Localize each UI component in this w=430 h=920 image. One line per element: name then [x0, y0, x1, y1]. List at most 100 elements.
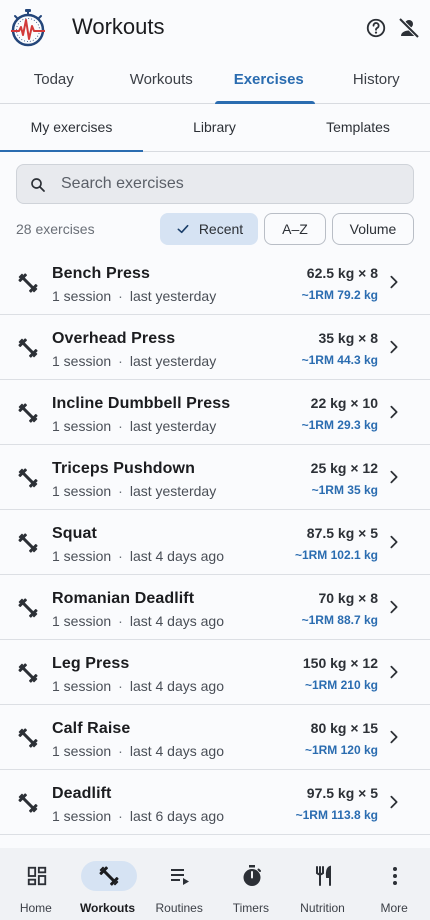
- exercise-row[interactable]: Bench Press 1 session · last yesterday 62.…: [0, 250, 430, 315]
- last-performed: last 6 days ago: [129, 808, 224, 824]
- exercise-meta: 1 session · last yesterday: [52, 483, 216, 499]
- nav-nutrition[interactable]: Nutrition: [287, 848, 359, 920]
- chevron-right-icon: [386, 794, 402, 810]
- tab-history[interactable]: History: [323, 56, 430, 103]
- secondary-tab-bar: My exercises Library Templates: [0, 104, 430, 152]
- best-set: 22 kg × 10: [310, 395, 378, 411]
- nav-label: Nutrition: [300, 901, 345, 915]
- exercise-name: Incline Dumbbell Press: [52, 395, 231, 412]
- last-performed: last yesterday: [129, 353, 217, 369]
- dumbbell-icon: [80, 861, 137, 891]
- best-set: 87.5 kg × 5: [306, 525, 378, 541]
- exercise-name: Calf Raise: [52, 720, 131, 737]
- search-bar: [16, 164, 414, 204]
- exercise-row[interactable]: Deadlift 1 session · last 6 days ago 97.5 …: [0, 770, 430, 835]
- estimated-1rm: ~1RM 88.7 kg: [301, 613, 378, 627]
- chevron-right-icon: [386, 339, 402, 355]
- exercise-meta: 1 session · last 4 days ago: [52, 743, 224, 759]
- exercise-row[interactable]: Romanian Deadlift 1 session · last 4 days …: [0, 575, 430, 640]
- app-bar: Workouts: [0, 0, 430, 56]
- separator-dot: ·: [118, 288, 123, 304]
- exercise-name: Squat: [52, 525, 97, 542]
- timer-icon: [224, 861, 280, 891]
- dumbbell-icon: [16, 726, 40, 750]
- primary-tab-bar: Today Workouts Exercises History: [0, 56, 430, 104]
- page-title: Workouts: [72, 14, 165, 39]
- chevron-right-icon: [386, 664, 402, 680]
- sort-chip-recent[interactable]: Recent: [160, 213, 258, 245]
- exercise-list: Bench Press 1 session · last yesterday 62.…: [0, 250, 430, 835]
- chevron-right-icon: [386, 534, 402, 550]
- search-input[interactable]: [61, 165, 401, 203]
- exercise-name: Triceps Pushdown: [52, 460, 195, 477]
- dumbbell-icon: [16, 466, 40, 490]
- exercise-row[interactable]: Overhead Press 1 session · last yesterday …: [0, 315, 430, 380]
- exercise-row[interactable]: Leg Press 1 session · last 4 days ago 150 …: [0, 640, 430, 705]
- best-set: 25 kg × 12: [310, 460, 378, 476]
- dumbbell-icon: [16, 401, 40, 425]
- session-count: 1 session: [52, 418, 112, 434]
- nav-more[interactable]: More: [358, 848, 430, 920]
- tab-exercises[interactable]: Exercises: [215, 56, 323, 104]
- bottom-navigation: Home Workouts Routines Timers Nutrition …: [0, 848, 430, 920]
- dumbbell-icon: [16, 531, 40, 555]
- nav-home[interactable]: Home: [0, 848, 72, 920]
- exercise-meta: 1 session · last yesterday: [52, 418, 216, 434]
- exercise-meta: 1 session · last 4 days ago: [52, 548, 224, 564]
- session-count: 1 session: [52, 613, 112, 629]
- tab-library[interactable]: Library: [143, 104, 286, 151]
- person-off-icon: [398, 17, 420, 39]
- dumbbell-icon: [16, 661, 40, 685]
- fork-knife-icon: [296, 861, 352, 891]
- nav-routines[interactable]: Routines: [143, 848, 215, 920]
- separator-dot: ·: [118, 808, 123, 824]
- sort-chip-az[interactable]: A–Z: [264, 213, 326, 245]
- exercise-meta: 1 session · last 6 days ago: [52, 808, 224, 824]
- nav-label: Workouts: [79, 901, 136, 915]
- estimated-1rm: ~1RM 113.8 kg: [295, 808, 378, 822]
- stopwatch-logo-icon: [8, 8, 48, 48]
- last-performed: last yesterday: [129, 288, 217, 304]
- nav-label: Timers: [232, 901, 269, 915]
- more-vertical-icon: [367, 861, 423, 891]
- nav-timers[interactable]: Timers: [215, 848, 287, 920]
- exercise-name: Overhead Press: [52, 330, 176, 347]
- best-set: 62.5 kg × 8: [306, 265, 378, 281]
- chevron-right-icon: [386, 599, 402, 615]
- sort-chip-volume[interactable]: Volume: [332, 213, 414, 245]
- playlist-play-icon: [152, 861, 208, 891]
- last-performed: last yesterday: [129, 418, 217, 434]
- tab-templates[interactable]: Templates: [286, 104, 430, 151]
- estimated-1rm: ~1RM 44.3 kg: [301, 353, 378, 367]
- estimated-1rm: ~1RM 29.3 kg: [301, 418, 378, 432]
- tab-my-exercises[interactable]: My exercises: [0, 104, 143, 152]
- chevron-right-icon: [386, 729, 402, 745]
- best-set: 70 kg × 8: [318, 590, 378, 606]
- exercise-row[interactable]: Incline Dumbbell Press 1 session · last ye…: [0, 380, 430, 445]
- exercise-name: Leg Press: [52, 655, 130, 672]
- estimated-1rm: ~1RM 79.2 kg: [301, 288, 378, 302]
- sort-chip-label: Volume: [349, 221, 397, 237]
- separator-dot: ·: [118, 418, 123, 434]
- tab-today[interactable]: Today: [0, 56, 108, 103]
- chevron-right-icon: [386, 274, 402, 290]
- account-button[interactable]: [395, 14, 423, 42]
- help-button[interactable]: [362, 14, 390, 42]
- nav-label: Routines: [155, 901, 203, 915]
- last-performed: last 4 days ago: [129, 548, 224, 564]
- separator-dot: ·: [118, 353, 123, 369]
- separator-dot: ·: [118, 678, 123, 694]
- best-set: 97.5 kg × 5: [306, 785, 378, 801]
- exercise-row[interactable]: Calf Raise 1 session · last 4 days ago 80 …: [0, 705, 430, 770]
- sort-chip-label: Recent: [198, 221, 244, 237]
- separator-dot: ·: [118, 743, 123, 759]
- exercise-row[interactable]: Triceps Pushdown 1 session · last yesterda…: [0, 445, 430, 510]
- estimated-1rm: ~1RM 102.1 kg: [294, 548, 378, 562]
- session-count: 1 session: [52, 678, 112, 694]
- exercise-row[interactable]: Squat 1 session · last 4 days ago 87.5 kg …: [0, 510, 430, 575]
- nav-workouts[interactable]: Workouts: [72, 848, 144, 920]
- estimated-1rm: ~1RM 35 kg: [311, 483, 378, 497]
- tab-workouts[interactable]: Workouts: [108, 56, 216, 103]
- session-count: 1 session: [52, 808, 112, 824]
- session-count: 1 session: [52, 483, 112, 499]
